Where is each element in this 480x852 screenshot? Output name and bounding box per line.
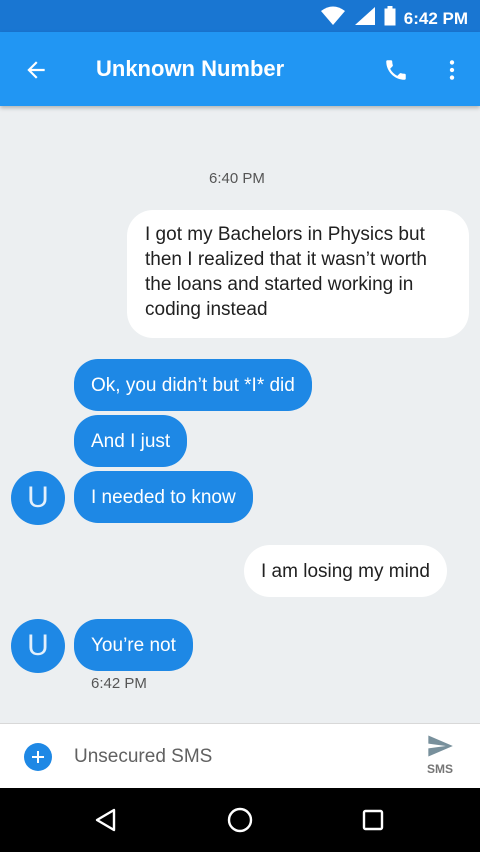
incoming-message[interactable]: And I just [74, 415, 188, 467]
send-button[interactable]: SMS [416, 732, 464, 782]
plus-icon [32, 751, 44, 763]
conversation-title: Unknown Number [96, 56, 285, 81]
home-circle-icon [227, 807, 253, 833]
status-bar: 6:42 PM [0, 0, 480, 32]
nav-back-button[interactable] [90, 804, 122, 836]
nav-home-button[interactable] [224, 804, 256, 836]
status-icons: 6:42 PM [320, 6, 468, 31]
more-options-button[interactable] [436, 54, 468, 86]
message-list[interactable]: 6:40 PM I got my Bachelors in Physics bu… [0, 106, 480, 723]
app-bar: Unknown Number [0, 32, 480, 106]
compose-bar: SMS [0, 723, 480, 788]
back-arrow-icon [27, 61, 45, 79]
outgoing-message[interactable]: I got my Bachelors in Physics but then I… [127, 210, 469, 338]
nav-recents-button[interactable] [357, 804, 389, 836]
contact-avatar[interactable]: U [11, 471, 65, 525]
message-input[interactable] [74, 742, 394, 772]
timestamp: 6:42 PM [91, 675, 147, 692]
back-button[interactable] [20, 54, 52, 86]
recents-square-icon [362, 809, 384, 831]
phone-icon [386, 60, 406, 80]
add-attachment-button[interactable] [24, 743, 52, 771]
more-vert-icon [449, 60, 455, 80]
outgoing-message[interactable]: I am losing my mind [244, 545, 447, 597]
incoming-message[interactable]: I needed to know [74, 471, 253, 523]
signal-icon [354, 6, 376, 31]
contact-avatar[interactable]: U [11, 619, 65, 673]
incoming-message[interactable]: Ok, you didn’t but *I* did [74, 359, 312, 411]
back-triangle-icon [95, 808, 116, 832]
incoming-message[interactable]: You’re not [74, 619, 193, 671]
send-label: SMS [426, 762, 453, 776]
call-button[interactable] [380, 54, 412, 86]
status-time: 6:42 PM [403, 8, 468, 28]
wifi-icon [320, 6, 346, 31]
timestamp: 6:40 PM [209, 170, 265, 187]
navigation-bar [0, 788, 480, 852]
battery-icon [384, 6, 396, 31]
send-icon [428, 735, 453, 757]
